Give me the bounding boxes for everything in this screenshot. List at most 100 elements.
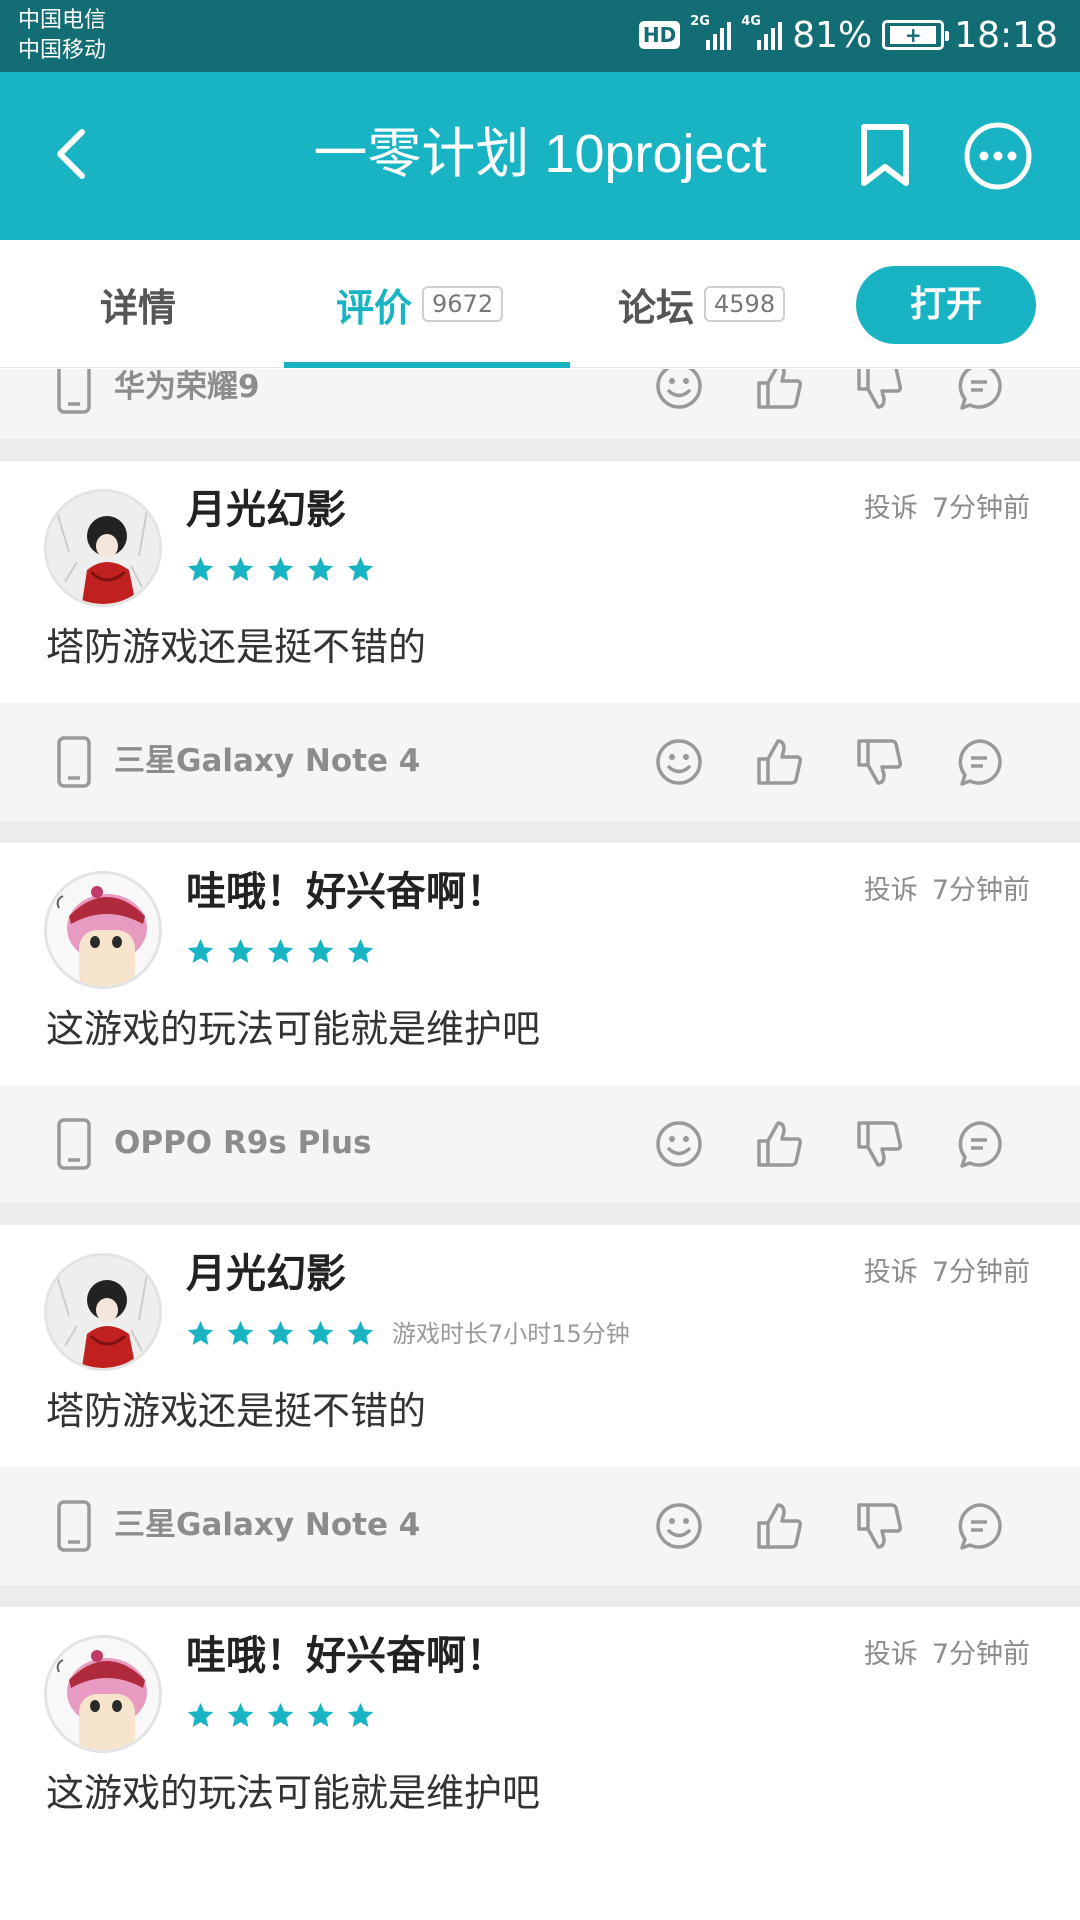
emoji-react-button[interactable] bbox=[652, 369, 706, 413]
star-rating bbox=[186, 1319, 375, 1348]
review-text[interactable]: 这游戏的玩法可能就是维护吧 bbox=[46, 999, 540, 1059]
tab-label: 论坛 bbox=[618, 285, 695, 330]
star-icon bbox=[347, 938, 374, 963]
divider bbox=[0, 1203, 1080, 1225]
smiley-icon bbox=[656, 739, 702, 785]
dislike-button[interactable] bbox=[852, 1499, 906, 1553]
tab-forum[interactable]: 论坛 4598 bbox=[618, 240, 786, 368]
tab-label: 评价 bbox=[336, 285, 413, 330]
bookmark-icon bbox=[861, 124, 909, 186]
phone-icon bbox=[57, 369, 91, 414]
review-text[interactable]: 塔防游戏还是挺不错的 bbox=[46, 617, 426, 677]
comment-button[interactable] bbox=[952, 1117, 1006, 1171]
emoji-react-button[interactable] bbox=[652, 1117, 706, 1171]
review-card: 哇哦！好兴奋啊！ 投诉 7分钟前 这游戏的玩法可能就是维护吧 bbox=[0, 843, 1080, 1085]
report-link[interactable]: 投诉 bbox=[864, 1639, 918, 1670]
network-type-1: 2G bbox=[690, 14, 710, 29]
report-link[interactable]: 投诉 bbox=[864, 493, 918, 524]
username[interactable]: 月光幻影 bbox=[186, 1247, 346, 1301]
dislike-button[interactable] bbox=[852, 369, 906, 413]
comment-button[interactable] bbox=[952, 735, 1006, 789]
chevron-left-icon bbox=[57, 129, 85, 179]
review-footer: 三星Galaxy Note 4 bbox=[0, 1467, 1080, 1585]
emoji-react-button[interactable] bbox=[652, 1499, 706, 1553]
report-link[interactable]: 投诉 bbox=[864, 1257, 918, 1288]
star-icon bbox=[347, 1320, 374, 1345]
review-footer: 华为荣耀9 bbox=[0, 369, 1080, 439]
star-icon bbox=[187, 556, 214, 581]
review-text[interactable]: 这游戏的玩法可能就是维护吧 bbox=[46, 1763, 540, 1823]
phone-icon bbox=[57, 736, 91, 788]
star-rating bbox=[186, 937, 375, 966]
star-icon bbox=[187, 1320, 214, 1345]
like-button[interactable] bbox=[752, 1499, 806, 1553]
timestamp: 7分钟前 bbox=[931, 1639, 1030, 1670]
divider bbox=[0, 1585, 1080, 1607]
active-tab-indicator bbox=[284, 362, 570, 368]
open-app-button[interactable]: 打开 bbox=[856, 266, 1036, 344]
device-name: 华为荣耀9 bbox=[114, 369, 260, 405]
smiley-icon bbox=[656, 369, 702, 409]
avatar-image bbox=[47, 1638, 159, 1750]
back-button[interactable] bbox=[40, 122, 104, 186]
username[interactable]: 月光幻影 bbox=[186, 483, 346, 537]
more-button[interactable] bbox=[960, 118, 1036, 194]
avatar[interactable] bbox=[44, 1635, 162, 1753]
dislike-button[interactable] bbox=[852, 735, 906, 789]
divider bbox=[0, 439, 1080, 461]
emoji-react-button[interactable] bbox=[652, 735, 706, 789]
network-type-2: 4G bbox=[741, 14, 761, 29]
playtime-label: 游戏时长7小时15分钟 bbox=[392, 1320, 630, 1348]
device-name: 三星Galaxy Note 4 bbox=[114, 1507, 421, 1543]
comment-button[interactable] bbox=[952, 1499, 1006, 1553]
comment-icon bbox=[958, 1503, 1002, 1550]
review-meta: 投诉 7分钟前 bbox=[864, 871, 1030, 911]
star-icon bbox=[267, 556, 294, 581]
review-count-badge: 9672 bbox=[422, 286, 504, 322]
review-list[interactable]: 华为荣耀9 月光幻影 投诉 7分钟前 塔防游戏还是挺不错的 三星Galaxy N… bbox=[0, 369, 1080, 1920]
avatar-image bbox=[47, 874, 159, 986]
carrier-info: 中国电信 中国移动 bbox=[18, 6, 106, 66]
thumbs-down-icon bbox=[857, 739, 902, 785]
tab-details[interactable]: 详情 bbox=[100, 240, 176, 368]
thumbs-down-icon bbox=[857, 1503, 902, 1549]
dislike-button[interactable] bbox=[852, 1117, 906, 1171]
device-name: 三星Galaxy Note 4 bbox=[114, 743, 421, 779]
review-text[interactable]: 塔防游戏还是挺不错的 bbox=[46, 1381, 426, 1441]
star-icon bbox=[227, 938, 254, 963]
star-icon bbox=[307, 556, 334, 581]
avatar-image bbox=[47, 492, 159, 604]
star-icon bbox=[187, 1702, 214, 1727]
avatar[interactable] bbox=[44, 1253, 162, 1371]
like-button[interactable] bbox=[752, 1117, 806, 1171]
like-button[interactable] bbox=[752, 369, 806, 413]
battery-percent: 81% bbox=[792, 14, 873, 56]
signal-icon: 2G bbox=[690, 14, 732, 50]
comment-button[interactable] bbox=[952, 369, 1006, 413]
review-meta: 投诉 7分钟前 bbox=[864, 489, 1030, 529]
report-link[interactable]: 投诉 bbox=[864, 875, 918, 906]
star-icon bbox=[187, 938, 214, 963]
avatar-image bbox=[47, 1256, 159, 1368]
username[interactable]: 哇哦！好兴奋啊！ bbox=[186, 1629, 506, 1683]
review-footer: OPPO R9s Plus bbox=[0, 1085, 1080, 1203]
forum-count-badge: 4598 bbox=[704, 286, 786, 322]
battery-icon: + bbox=[882, 20, 950, 50]
bookmark-button[interactable] bbox=[850, 118, 920, 194]
thumbs-up-icon bbox=[757, 1503, 802, 1549]
clock: 18:18 bbox=[954, 14, 1058, 56]
timestamp: 7分钟前 bbox=[931, 1257, 1030, 1288]
phone-icon bbox=[57, 1500, 91, 1552]
star-icon bbox=[307, 938, 334, 963]
avatar[interactable] bbox=[44, 871, 162, 989]
tab-reviews[interactable]: 评价 9672 bbox=[336, 240, 504, 368]
like-button[interactable] bbox=[752, 735, 806, 789]
comment-icon bbox=[958, 739, 1002, 786]
review-meta: 投诉 7分钟前 bbox=[864, 1635, 1030, 1675]
star-icon bbox=[267, 938, 294, 963]
tab-bar: 详情 评价 9672 论坛 4598 打开 bbox=[0, 240, 1080, 368]
username[interactable]: 哇哦！好兴奋啊！ bbox=[186, 865, 506, 919]
avatar[interactable] bbox=[44, 489, 162, 607]
review-meta: 投诉 7分钟前 bbox=[864, 1253, 1030, 1293]
star-rating bbox=[186, 555, 375, 584]
